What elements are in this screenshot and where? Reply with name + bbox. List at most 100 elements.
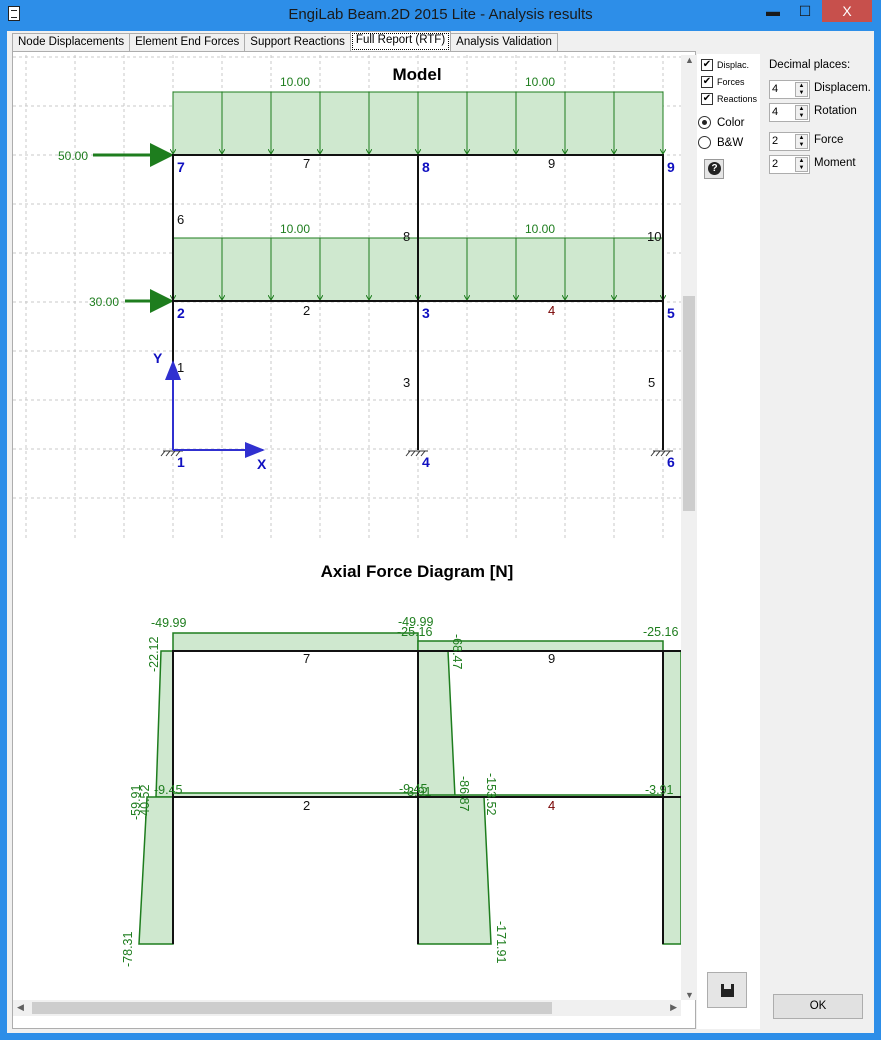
axial-value: -78.31 [121,932,135,967]
moment-label: Moment [814,157,856,169]
rotation-label: Rotation [814,105,857,117]
horizontal-scroll-thumb[interactable] [32,1002,552,1014]
node-label: 3 [422,305,430,321]
displac-label: Displac. [717,60,750,70]
axial-value: -59.91 [129,785,143,820]
scroll-left-icon[interactable]: ◀ [17,1002,24,1013]
reactions-checkbox[interactable]: ✔ Reactions [701,93,757,105]
tab-support-reactions[interactable]: Support Reactions [244,33,351,52]
title-bar: EngiLab Beam.2D 2015 Lite - Analysis res… [0,0,881,31]
axis-x-label: X [257,456,267,472]
axial-value: -86.87 [457,776,471,811]
scroll-up-icon[interactable]: ▲ [685,55,694,65]
axial-value: -25.16 [397,625,432,639]
load-label: 10.00 [525,75,555,89]
save-button[interactable] [707,972,747,1008]
vertical-scrollbar[interactable]: ▲ ▼ [681,55,697,1000]
help-icon: ? [708,162,721,175]
report-canvas: Model 10.00 10.00 10.00 10.00 50.00 30.0… [13,55,681,967]
spinner-arrows-icon[interactable]: ▲ ▼ [795,157,808,172]
help-button[interactable]: ? [704,159,724,179]
force-value[interactable]: 2 [772,135,778,147]
force-label: Force [814,134,844,146]
moment-spinner[interactable]: 2 ▲ ▼ [769,155,810,174]
node-label: 7 [177,159,185,175]
check-icon: ✔ [701,76,713,88]
axial-value: -3.91 [645,783,674,797]
fixed-supports [160,450,673,457]
forces-checkbox[interactable]: ✔ Forces [701,76,745,88]
displacem-label: Displacem. [814,82,871,94]
element-label: 1 [177,360,184,375]
load-label: 10.00 [280,222,310,236]
axial-value: -22.12 [147,637,161,672]
vertical-scroll-thumb[interactable] [683,296,695,511]
node-label: 9 [667,159,675,175]
ok-button[interactable]: OK [773,994,863,1019]
window-title: EngiLab Beam.2D 2015 Lite - Analysis res… [288,6,593,23]
decimal-places-header: Decimal places: [769,59,851,71]
element-label: 7 [303,156,310,171]
color-radio[interactable]: Color [698,116,744,129]
displacem-value[interactable]: 4 [772,83,778,95]
element-label: 7 [303,651,310,666]
load-label: 10.00 [525,222,555,236]
axial-value: -171.91 [494,921,508,963]
close-button[interactable]: X [822,0,872,22]
spinner-arrows-icon[interactable]: ▲ ▼ [795,82,808,97]
model-title: Model [392,65,441,84]
node-label: 8 [422,159,430,175]
tab-element-end-forces[interactable]: Element End Forces [129,33,246,52]
bw-radio[interactable]: B&W [698,136,743,149]
tab-bar: Node Displacements Element End Forces Su… [12,31,558,52]
axial-value: -153.52 [484,773,498,815]
display-options: ✔ Displac. ✔ Forces ✔ Reactions Color B&W ? [697,54,760,1029]
moment-value[interactable]: 2 [772,158,778,170]
element-label: 4 [548,798,555,813]
node-label: 1 [177,454,185,470]
axial-value: -9.45 [154,783,183,797]
scroll-right-icon[interactable]: ▶ [670,1002,677,1013]
rotation-value[interactable]: 4 [772,106,778,118]
floppy-disk-icon [721,984,734,997]
point-load-label: 50.00 [58,149,88,163]
element-label: 10 [647,229,661,244]
element-label: 2 [303,798,310,813]
rotation-spinner[interactable]: 4 ▲ ▼ [769,103,810,122]
axial-diagram-title: Axial Force Diagram [N] [321,562,514,581]
bw-label: B&W [717,136,744,149]
tab-full-report[interactable]: Full Report (RTF) [349,31,452,52]
axial-value: -49.99 [151,616,186,630]
element-label: 6 [177,212,184,227]
scroll-down-icon[interactable]: ▼ [685,990,694,1000]
maximize-button[interactable]: ☐ [790,0,820,22]
element-label: 9 [548,651,555,666]
axial-fill-element-3 [417,796,492,945]
displac-checkbox[interactable]: ✔ Displac. [701,59,749,71]
axial-value: -68.47 [450,634,464,669]
displacem-spinner[interactable]: 4 ▲ ▼ [769,80,810,99]
node-label: 5 [667,305,675,321]
tab-node-displacements[interactable]: Node Displacements [12,33,131,52]
horizontal-scrollbar[interactable]: ◀ ▶ [13,1000,681,1016]
axial-fill-element-8 [417,650,456,798]
node-label: 4 [422,454,430,470]
dialog-client: Node Displacements Element End Forces Su… [7,31,874,1033]
element-label: 2 [303,303,310,318]
report-view: Model 10.00 10.00 10.00 10.00 50.00 30.0… [12,51,697,1029]
axial-fill-element-7 [172,632,419,652]
element-label: 9 [548,156,555,171]
axis-y-label: Y [153,350,163,366]
load-label: 10.00 [280,75,310,89]
element-label: 8 [403,229,410,244]
element-label: 4 [548,303,555,318]
check-icon: ✔ [701,93,713,105]
reactions-label: Reactions [717,94,758,104]
axial-value: -25.16 [643,625,678,639]
spinner-arrows-icon[interactable]: ▲ ▼ [795,134,808,149]
forces-label: Forces [717,77,745,87]
spinner-arrows-icon[interactable]: ▲ ▼ [795,105,808,120]
force-spinner[interactable]: 2 ▲ ▼ [769,132,810,151]
minimize-button[interactable]: ▬ [758,0,788,22]
tab-analysis-validation[interactable]: Analysis Validation [450,33,558,52]
